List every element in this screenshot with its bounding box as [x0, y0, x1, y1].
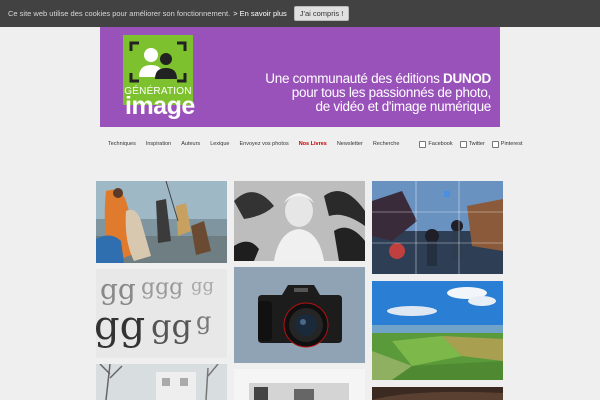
cookie-more-link[interactable]: > En savoir plus — [233, 9, 287, 18]
dark-interior-photo[interactable] — [234, 369, 365, 400]
woman-black-white-photo[interactable] — [234, 181, 365, 261]
svg-text:gg: gg — [191, 275, 214, 296]
eye-closeup-photo[interactable] — [372, 387, 503, 400]
tagline-brand: DUNOD — [443, 71, 491, 86]
nav-item-auteurs[interactable]: Auteurs — [181, 141, 200, 147]
social-facebook[interactable]: Facebook — [419, 140, 453, 148]
typography-letters-photo[interactable]: gg ggg gg gg gg g — [96, 269, 227, 358]
nav-item-envoyez[interactable]: Envoyez vos photos — [239, 141, 288, 147]
main-nav: Techniques Inspiration Auteurs Lexique E… — [100, 137, 523, 151]
people-fishing-photo[interactable] — [96, 181, 227, 263]
cookie-accept-button[interactable]: J'ai compris ! — [293, 6, 350, 21]
tagline: Une communauté des éditions DUNOD pour t… — [265, 72, 491, 114]
landscape-aerial-photo[interactable] — [372, 281, 503, 380]
pinterest-icon — [491, 140, 499, 148]
logo-people-icon — [129, 41, 187, 83]
tagline-prefix: Une communauté des éditions — [265, 71, 443, 86]
festival-grid-photo[interactable] — [372, 181, 503, 274]
facebook-icon — [419, 140, 427, 148]
nav-item-newsletter[interactable]: Newsletter — [337, 141, 363, 147]
site-banner[interactable]: GÉNÉRATION image Une communauté des édit… — [100, 27, 500, 127]
trees-building-photo[interactable] — [96, 364, 227, 400]
svg-text:gg: gg — [100, 273, 136, 306]
logo-image-text: image — [125, 92, 195, 120]
nav-item-techniques[interactable]: Techniques — [108, 141, 136, 147]
nav-item-lexique[interactable]: Lexique — [210, 141, 229, 147]
tagline-line3: de vidéo et d'image numérique — [315, 99, 492, 114]
tagline-line2: pour tous les passionnés de photo, — [291, 85, 492, 100]
social-pinterest[interactable]: Pinterest — [491, 140, 523, 148]
svg-text:gg: gg — [151, 307, 192, 345]
svg-text:g: g — [196, 307, 211, 335]
twitter-icon — [459, 140, 467, 148]
canon-camera-photo[interactable] — [234, 267, 365, 363]
nav-item-inspiration[interactable]: Inspiration — [146, 141, 171, 147]
nav-item-recherche[interactable]: Recherche — [373, 141, 400, 147]
social-twitter[interactable]: Twitter — [459, 140, 485, 148]
cookie-bar: Ce site web utilise des cookies pour amé… — [0, 0, 600, 27]
cookie-text: Ce site web utilise des cookies pour amé… — [8, 9, 231, 18]
svg-text:ggg: ggg — [141, 275, 183, 300]
nav-item-nos-livres[interactable]: Nos Livres — [299, 141, 327, 147]
svg-text:gg: gg — [96, 303, 145, 349]
